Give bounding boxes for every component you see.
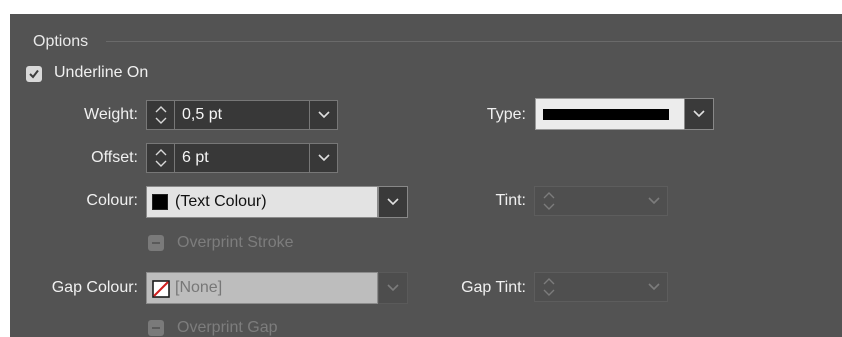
chevron-down-icon (648, 283, 660, 291)
type-dropdown[interactable] (535, 98, 685, 130)
offset-value: 6 pt (182, 149, 209, 166)
underline-on-checkbox[interactable] (26, 66, 42, 82)
overprint-stroke-label: Overprint Stroke (177, 234, 294, 251)
chevron-down-icon (387, 284, 399, 292)
tint-stepper-arrows[interactable] (535, 187, 563, 215)
gap-tint-stepper-arrows[interactable] (535, 273, 563, 301)
gap-tint-stepper[interactable] (534, 272, 668, 302)
type-label: Type: (486, 106, 526, 123)
solid-line-icon (543, 109, 669, 120)
weight-label: Weight: (84, 106, 138, 123)
checkmark-icon (29, 69, 39, 79)
tint-dropdown-button[interactable] (639, 187, 667, 215)
offset-stepper[interactable]: 6 pt (146, 143, 338, 173)
gap-colour-value: [None] (175, 279, 223, 296)
section-title: Options (33, 33, 89, 50)
tint-stepper[interactable] (534, 186, 668, 216)
offset-label: Offset: (91, 149, 138, 166)
weight-value: 0,5 pt (182, 106, 223, 123)
chevron-down-icon (648, 197, 660, 205)
gap-colour-dropdown[interactable]: [None] (146, 272, 378, 304)
overprint-gap-label: Overprint Gap (177, 319, 278, 336)
overprint-stroke-checkbox[interactable] (148, 235, 164, 251)
type-dropdown-button[interactable] (684, 98, 714, 130)
colour-value: (Text Colour) (175, 193, 267, 210)
chevron-down-icon (318, 154, 330, 162)
tint-label: Tint: (495, 192, 526, 209)
offset-dropdown-button[interactable] (309, 144, 337, 172)
gap-colour-dropdown-button[interactable] (378, 272, 408, 304)
overprint-gap-checkbox[interactable] (148, 320, 164, 336)
chevron-down-icon (387, 198, 399, 206)
section-divider (106, 41, 842, 42)
stepper-arrows-icon (543, 278, 555, 296)
stepper-arrows-icon (155, 106, 167, 124)
dash-icon (152, 327, 160, 329)
gap-tint-label: Gap Tint: (461, 279, 526, 296)
stepper-arrows-icon (543, 192, 555, 210)
black-swatch-icon (152, 194, 168, 210)
weight-stepper[interactable]: 0,5 pt (146, 100, 338, 130)
colour-label: Colour: (86, 192, 138, 209)
gap-tint-dropdown-button[interactable] (639, 273, 667, 301)
gap-colour-label: Gap Colour: (51, 279, 138, 296)
chevron-down-icon (693, 110, 705, 118)
none-swatch-icon (152, 280, 170, 298)
dash-icon (152, 242, 160, 244)
weight-stepper-arrows[interactable] (147, 101, 175, 129)
colour-dropdown-button[interactable] (378, 186, 408, 218)
chevron-down-icon (318, 111, 330, 119)
offset-stepper-arrows[interactable] (147, 144, 175, 172)
weight-dropdown-button[interactable] (309, 101, 337, 129)
underline-on-label: Underline On (54, 64, 149, 81)
stepper-arrows-icon (155, 149, 167, 167)
colour-dropdown[interactable]: (Text Colour) (146, 186, 378, 218)
